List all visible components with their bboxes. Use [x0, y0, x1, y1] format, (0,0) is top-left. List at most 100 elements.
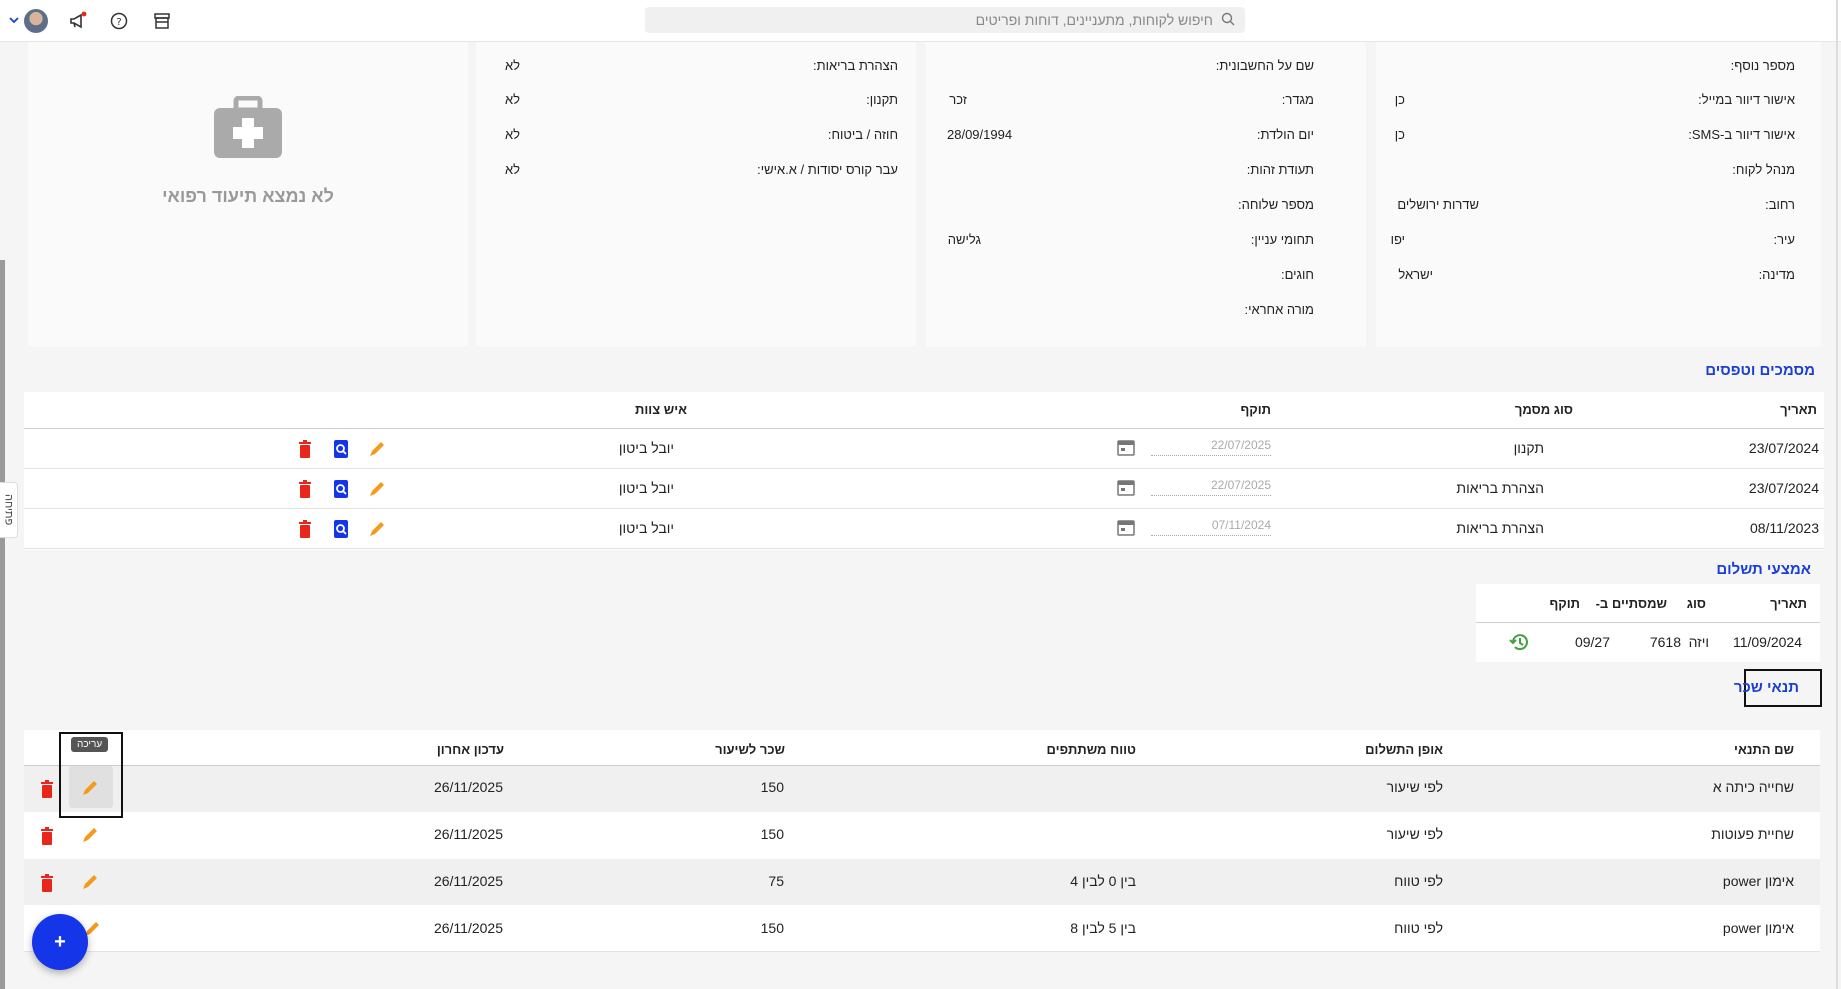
- doc-type: הצהרת בריאות: [1456, 520, 1544, 536]
- row-divider: [24, 508, 1824, 509]
- payments-header-date: תאריך: [1770, 596, 1807, 611]
- first-aid-kit-icon: [212, 95, 284, 163]
- personal-label: מגדר:: [1281, 92, 1314, 107]
- side-tab-open[interactable]: פתיחה: [0, 482, 18, 538]
- doc-date: 23/07/2024: [1748, 440, 1819, 456]
- view-document-icon[interactable]: [331, 519, 351, 539]
- wage-table: [24, 730, 1820, 952]
- doc-date: 23/07/2024: [1748, 480, 1819, 496]
- address-value: כן: [1394, 92, 1405, 107]
- wage-rate: 150: [760, 779, 784, 795]
- doc-validity-field[interactable]: 22/07/2025: [1151, 478, 1271, 496]
- avatar[interactable]: [24, 9, 48, 33]
- wage-header-method: אופן התשלום: [1365, 742, 1443, 757]
- health-card: [476, 42, 916, 347]
- doc-staff: יובל ביטון: [618, 520, 674, 536]
- documents-title: מסמכים וטפסים: [1705, 362, 1815, 379]
- edit-icon[interactable]: [367, 519, 387, 539]
- view-document-icon[interactable]: [331, 479, 351, 499]
- payment-digits: 7618: [1649, 634, 1681, 650]
- personal-value: זכר: [949, 92, 967, 107]
- wage-name: שחיית פעוטות: [1711, 826, 1794, 842]
- calendar-icon[interactable]: [1116, 477, 1136, 500]
- address-label: אישור דיוור במייל:: [1698, 92, 1795, 107]
- health-label: הצהרת בריאות:: [813, 58, 898, 73]
- wage-updated: 26/11/2025: [433, 920, 503, 936]
- search-input[interactable]: חיפוש לקוחות, מתעניינים, דוחות ופריטים: [645, 7, 1245, 33]
- documents-divider: [24, 428, 1824, 429]
- row-divider: [24, 951, 1820, 952]
- wage-header-rate: שכר לשיעור: [715, 742, 785, 757]
- search-icon: [1221, 12, 1235, 29]
- doc-staff: יובל ביטון: [618, 440, 674, 456]
- address-label: רחוב:: [1765, 197, 1795, 212]
- doc-type: תקנון: [1513, 440, 1544, 456]
- doc-type: הצהרת בריאות: [1456, 480, 1544, 496]
- health-label: חוזה / ביטוח:: [827, 127, 898, 142]
- payments-title: אמצעי תשלום: [1716, 561, 1811, 578]
- wage-method: לפי טווח: [1394, 873, 1443, 889]
- search-placeholder: חיפוש לקוחות, מתעניינים, דוחות ופריטים: [975, 12, 1213, 28]
- left-scrollbar[interactable]: [0, 260, 5, 989]
- wage-range: בין 0 לבין 4: [1070, 873, 1136, 889]
- megaphone-icon[interactable]: [65, 8, 91, 34]
- wage-range: בין 5 לבין 8: [1070, 920, 1136, 936]
- row-divider: [24, 468, 1824, 469]
- address-label: אישור דיוור ב-SMS:: [1688, 127, 1795, 142]
- health-label: עבר קורס יסודות / א.אישי:: [757, 162, 898, 177]
- medical-card: לא נמצא תיעוד רפואי: [28, 42, 468, 347]
- health-label: תקנון:: [866, 92, 898, 107]
- address-value: ישראל: [1398, 267, 1433, 282]
- address-label: מדינה:: [1758, 267, 1795, 282]
- address-label: מספר נוסף:: [1730, 58, 1795, 73]
- side-tab-label: פתיחה: [2, 494, 15, 526]
- edit-icon[interactable]: [367, 479, 387, 499]
- wage-header-name: שם התנאי: [1734, 742, 1794, 757]
- wage-rate: 150: [760, 920, 784, 936]
- personal-label: מורה אחראי:: [1244, 302, 1314, 317]
- edit-icon[interactable]: [80, 872, 100, 892]
- edit-highlight: [59, 732, 123, 818]
- chevron-down-icon[interactable]: [8, 14, 20, 26]
- history-icon[interactable]: [1508, 631, 1530, 656]
- doc-validity-field[interactable]: 07/11/2024: [1151, 518, 1271, 536]
- doc-validity-field[interactable]: 22/07/2025: [1151, 438, 1271, 456]
- health-value: לא: [505, 162, 521, 177]
- documents-header-type: סוג מסמך: [1514, 402, 1573, 417]
- wage-header-updated: עדכון אחרון: [436, 742, 504, 757]
- store-icon[interactable]: [149, 8, 175, 34]
- wage-row-bg: [24, 766, 1820, 812]
- health-value: לא: [505, 127, 521, 142]
- delete-icon[interactable]: [295, 479, 315, 499]
- delete-icon[interactable]: [295, 519, 315, 539]
- address-label: עיר:: [1773, 232, 1796, 247]
- payment-date: 11/09/2024: [1732, 634, 1802, 650]
- wage-method: לפי טווח: [1394, 920, 1443, 936]
- delete-icon[interactable]: [295, 439, 315, 459]
- health-value: לא: [505, 58, 521, 73]
- address-card: [1376, 42, 1821, 347]
- delete-icon[interactable]: [37, 826, 57, 846]
- personal-label: שם על החשבונית:: [1215, 58, 1314, 73]
- add-fab-button[interactable]: +: [32, 914, 88, 970]
- payments-header-digits: שמסתיים ב-: [1595, 596, 1667, 611]
- personal-label: תחומי עניין:: [1250, 232, 1314, 247]
- delete-icon[interactable]: [37, 779, 57, 799]
- payments-header-type: סוג: [1686, 596, 1706, 611]
- wage-method: לפי שיעור: [1386, 779, 1443, 795]
- wage-method: לפי שיעור: [1386, 826, 1443, 842]
- svg-text:?: ?: [116, 17, 121, 28]
- calendar-icon[interactable]: [1116, 437, 1136, 460]
- edit-icon[interactable]: [80, 825, 100, 845]
- wage-name: אימון power: [1722, 873, 1794, 889]
- scroll-edge: [1836, 0, 1838, 989]
- edit-icon[interactable]: [367, 439, 387, 459]
- calendar-icon[interactable]: [1116, 517, 1136, 540]
- wage-updated: 26/11/2025: [433, 826, 503, 842]
- wage-name: שחייה כיתה א: [1712, 779, 1794, 795]
- help-icon[interactable]: ?: [106, 8, 132, 34]
- address-label: מנהל לקוח:: [1732, 162, 1795, 177]
- delete-icon[interactable]: [37, 873, 57, 893]
- doc-staff: יובל ביטון: [618, 480, 674, 496]
- view-document-icon[interactable]: [331, 439, 351, 459]
